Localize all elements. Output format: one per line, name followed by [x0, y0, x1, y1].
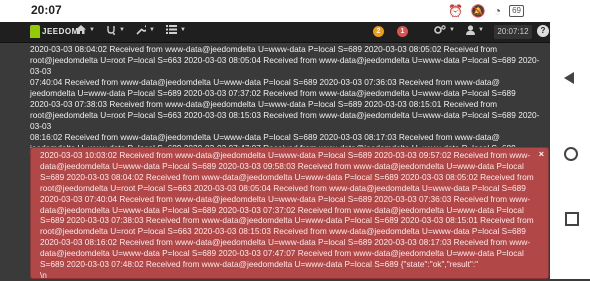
chevron-down-icon: ▼: [478, 27, 484, 33]
list-icon: [166, 25, 177, 34]
logo-icon: [30, 25, 40, 38]
chevron-down-icon: ▼: [89, 26, 95, 33]
plugins-menu[interactable]: ▼: [166, 25, 186, 34]
home-menu[interactable]: ▼: [76, 25, 95, 34]
user-icon: [466, 25, 475, 35]
status-time: 20:07: [31, 3, 62, 17]
status-icons: ⏰ 🔕 ◔ 69: [448, 4, 524, 18]
alert-line: data@jeedomdelta U=www-data P=local S=68…: [40, 248, 524, 259]
gears-icon: [434, 25, 446, 34]
alert-line: 2020-03-03 07:40:04 Received from www-da…: [40, 193, 531, 204]
home-icon[interactable]: [564, 147, 578, 161]
alert-line: 2020-03-03 10:03:02 Received from www-da…: [40, 150, 531, 160]
alert-line: S=689 2020-03-03 07:48:02 Received from …: [40, 259, 479, 270]
log-line: 08:16:02 Received from www-data@jeedomde…: [30, 132, 500, 142]
log-line: 2020-03-03 07:38:03 Received from www-da…: [30, 99, 498, 109]
chevron-down-icon: ▼: [119, 27, 125, 33]
logo-text: JEEDOM: [42, 27, 79, 36]
alert-line: S=689 2020-03-03 07:38:03 Received from …: [40, 215, 534, 226]
alert-line: data@jeedomdelta U=www-data P=local S=68…: [40, 204, 524, 215]
chevron-down-icon: ▼: [149, 27, 155, 33]
recent-apps-icon[interactable]: [565, 212, 579, 226]
settings-menu[interactable]: ▼: [434, 25, 455, 35]
analysis-menu[interactable]: ▼: [106, 25, 125, 35]
mute-icon: 🔕: [470, 4, 486, 18]
error-count-badge[interactable]: 1: [397, 26, 408, 37]
help-icon[interactable]: ?: [537, 25, 549, 37]
warning-count-badge[interactable]: 2: [373, 26, 384, 37]
alert-line: data@jeedomdelta U=www-data P=local S=68…: [40, 160, 524, 171]
log-line: 07:40:04 Received from www-data@jeedomde…: [30, 77, 500, 87]
user-menu[interactable]: ▼: [466, 25, 484, 35]
battery-icon: 69: [509, 5, 524, 17]
close-icon[interactable]: ×: [539, 149, 544, 159]
alert-message: 2020-03-03 10:03:02 Received from www-da…: [40, 150, 536, 281]
wifi-icon: ◔: [493, 4, 502, 18]
back-icon[interactable]: [564, 72, 574, 84]
android-status-bar: 20:07 ⏰ 🔕 ◔ 69: [0, 0, 590, 22]
tools-menu[interactable]: ▼: [136, 25, 155, 35]
log-line: 2020-03-03 08:04:02 Received from www-da…: [30, 44, 498, 54]
alert-line: \n: [40, 269, 47, 280]
alert-line: 2020-03-03 08:16:02 Received from www-da…: [40, 237, 531, 248]
home-menu-icon: [76, 25, 86, 34]
alarm-icon: ⏰: [447, 4, 463, 18]
alert-line: root@jeedomdelta U=root P=local S=663 20…: [40, 226, 526, 237]
error-alert: × 2020-03-03 10:03:02 Received from www-…: [30, 147, 549, 281]
log-line: root@jeedomdelta U=root P=local S=663 20…: [30, 110, 540, 131]
chevron-down-icon: ▼: [180, 26, 186, 33]
chevron-down-icon: ▼: [449, 27, 455, 33]
alert-line: root@jeedomdelta U=root P=local S=663 20…: [40, 182, 526, 193]
alert-line: S=689 2020-03-03 08:04:02 Received from …: [40, 171, 534, 182]
stethoscope-icon: [107, 26, 115, 35]
jeedom-logo[interactable]: JEEDOM: [30, 25, 79, 38]
android-nav-bar: [550, 22, 590, 279]
log-line: jeedomdelta U=www-data P=local S=689 202…: [30, 88, 516, 98]
app-topbar: JEEDOM ▼ ▼ ▼ ▼ 2 1 ▼ ▼ 20:07:12 ?: [0, 22, 550, 43]
clock-display: 20:07:12: [494, 25, 532, 39]
wrench-icon: [136, 25, 146, 35]
log-line: root@jeedomdelta U=root P=local S=663 20…: [30, 55, 540, 76]
